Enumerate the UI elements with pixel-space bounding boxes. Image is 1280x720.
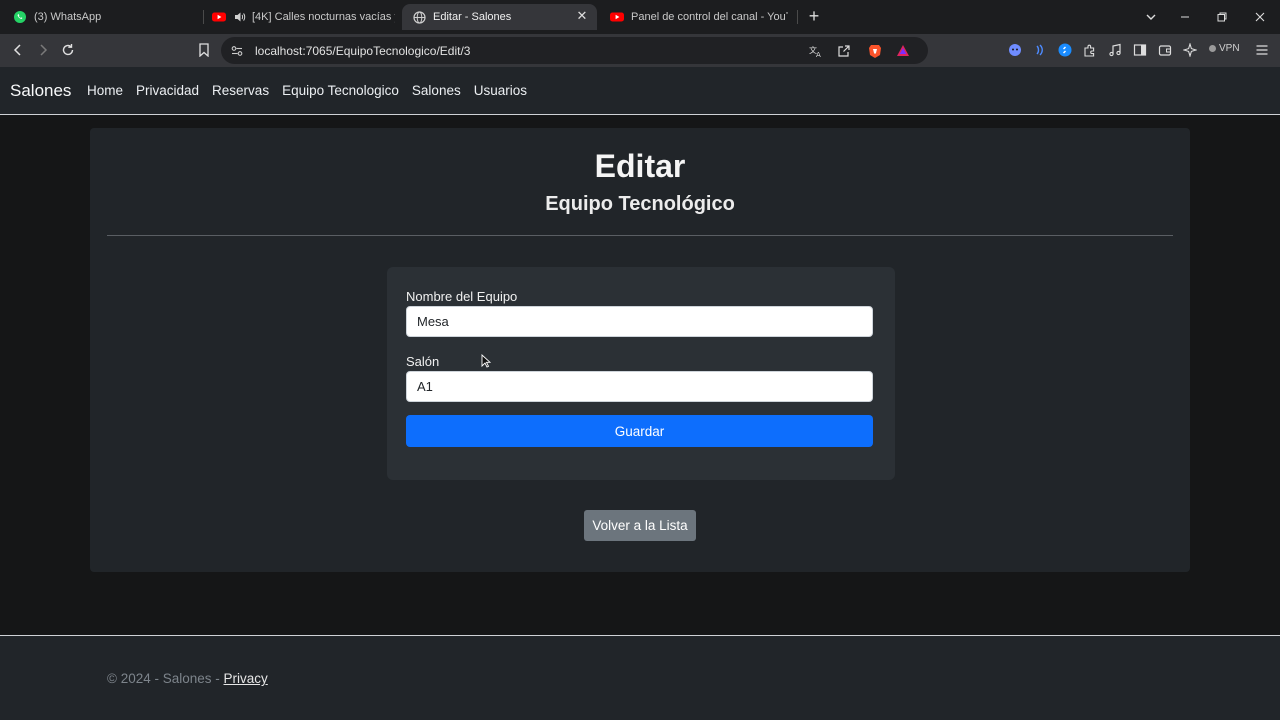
nav-links: Home Privacidad Reservas Equipo Tecnolog… bbox=[87, 83, 540, 98]
salon-input[interactable] bbox=[406, 371, 873, 402]
edit-card: Editar Equipo Tecnológico Nombre del Equ… bbox=[90, 128, 1190, 572]
name-input[interactable] bbox=[406, 306, 873, 337]
footer-text: © 2024 - Salones - Privacy bbox=[107, 671, 268, 686]
youtube-icon bbox=[610, 10, 624, 24]
tab-label: [4K] Calles nocturnas vacías y ru bbox=[252, 11, 395, 23]
youtube-icon bbox=[212, 10, 226, 24]
site-footer: © 2024 - Salones - Privacy bbox=[0, 635, 1280, 720]
site-navbar: Salones Home Privacidad Reservas Equipo … bbox=[0, 67, 1280, 115]
page-subtitle: Equipo Tecnológico bbox=[545, 193, 735, 215]
address-bar[interactable]: localhost:7065/EquipoTecnologico/Edit/3 … bbox=[221, 37, 928, 64]
url-text: localhost:7065/EquipoTecnologico/Edit/3 bbox=[255, 44, 471, 58]
tab-youtube-studio[interactable]: Panel de control del canal - YouTube bbox=[603, 4, 788, 30]
brave-rewards-icon[interactable] bbox=[895, 43, 911, 59]
close-tab-icon[interactable]: ✕ bbox=[575, 9, 589, 23]
mouse-cursor-icon bbox=[481, 353, 492, 368]
minimize-icon[interactable] bbox=[1177, 9, 1193, 25]
page-title: Editar bbox=[594, 148, 686, 184]
music-note-icon[interactable] bbox=[1107, 42, 1123, 58]
browser-toolbar: localhost:7065/EquipoTecnologico/Edit/3 … bbox=[0, 34, 1280, 67]
site-settings-icon[interactable] bbox=[229, 43, 245, 59]
menu-hamburger-icon[interactable] bbox=[1254, 42, 1270, 58]
tab-youtube-video[interactable]: [4K] Calles nocturnas vacías y ru bbox=[205, 4, 395, 30]
tab-editar-salones[interactable]: Editar - Salones ✕ bbox=[402, 4, 597, 30]
navbar-brand[interactable]: Salones bbox=[10, 81, 71, 101]
nav-link-salones[interactable]: Salones bbox=[412, 83, 461, 98]
tab-list-chevron-icon[interactable] bbox=[1143, 9, 1159, 25]
whatsapp-icon bbox=[13, 10, 27, 24]
vpn-label: VPN bbox=[1219, 43, 1240, 54]
svg-text:A: A bbox=[816, 51, 821, 58]
translate-icon[interactable]: 文A bbox=[808, 43, 824, 59]
restore-icon[interactable] bbox=[1214, 9, 1230, 25]
name-label: Nombre del Equipo bbox=[406, 289, 518, 304]
edit-form: Nombre del Equipo Salón Guardar bbox=[387, 267, 895, 480]
forward-arrow-icon[interactable] bbox=[35, 42, 51, 58]
share-icon[interactable] bbox=[836, 43, 852, 59]
extension-ghost-icon[interactable] bbox=[1007, 42, 1023, 58]
salon-label: Salón bbox=[406, 354, 440, 369]
new-tab-button[interactable]: + bbox=[806, 7, 822, 25]
nav-link-reservas[interactable]: Reservas bbox=[212, 83, 269, 98]
extension-shazam-icon[interactable] bbox=[1057, 42, 1073, 58]
footer-privacy-link[interactable]: Privacy bbox=[224, 671, 268, 686]
sidebar-toggle-icon[interactable] bbox=[1132, 42, 1148, 58]
tab-whatsapp[interactable]: (3) WhatsApp bbox=[6, 4, 196, 30]
nav-link-privacidad[interactable]: Privacidad bbox=[136, 83, 199, 98]
close-window-icon[interactable] bbox=[1252, 9, 1268, 25]
wallet-icon[interactable] bbox=[1157, 42, 1173, 58]
back-arrow-icon[interactable] bbox=[10, 42, 26, 58]
nav-link-home[interactable]: Home bbox=[87, 83, 123, 98]
brave-shields-icon[interactable] bbox=[867, 43, 883, 59]
divider bbox=[107, 235, 1173, 236]
tab-label: (3) WhatsApp bbox=[34, 11, 102, 23]
vpn-button[interactable]: VPN bbox=[1209, 43, 1240, 54]
reload-icon[interactable] bbox=[60, 42, 76, 58]
leo-ai-icon[interactable] bbox=[1182, 42, 1198, 58]
nav-link-equipo-tecnologico[interactable]: Equipo Tecnologico bbox=[282, 83, 399, 98]
footer-copyright: © 2024 - Salones - bbox=[107, 671, 224, 686]
globe-icon bbox=[412, 10, 426, 24]
save-button[interactable]: Guardar bbox=[406, 415, 873, 447]
browser-tab-bar: (3) WhatsApp [4K] Calles nocturnas vacía… bbox=[0, 0, 1280, 34]
speaker-icon[interactable] bbox=[233, 10, 247, 24]
tab-label: Panel de control del canal - YouTube bbox=[631, 11, 788, 23]
tab-label: Editar - Salones bbox=[433, 11, 512, 23]
nav-link-usuarios[interactable]: Usuarios bbox=[474, 83, 527, 98]
vpn-status-icon bbox=[1209, 45, 1216, 52]
extension-waves-icon[interactable] bbox=[1032, 42, 1048, 58]
bookmark-icon[interactable] bbox=[196, 42, 212, 58]
extensions-puzzle-icon[interactable] bbox=[1082, 42, 1098, 58]
back-to-list-button[interactable]: Volver a la Lista bbox=[584, 510, 696, 541]
